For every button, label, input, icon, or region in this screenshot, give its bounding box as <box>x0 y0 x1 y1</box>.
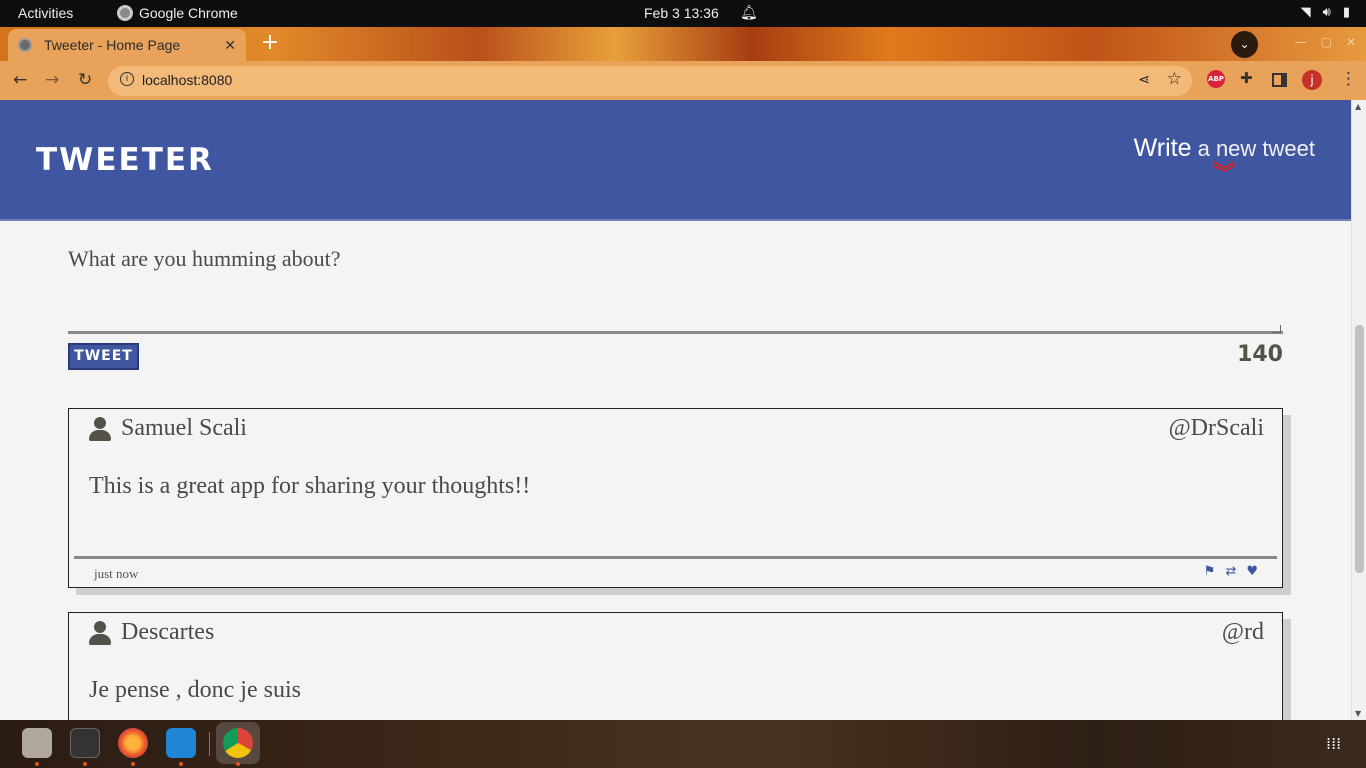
dock-separator <box>209 732 210 756</box>
minimize-icon[interactable]: — <box>1295 35 1307 49</box>
user-icon <box>89 621 111 647</box>
write-new-tweet-toggle[interactable]: Write a new tweet ︾ <box>1133 134 1315 186</box>
tweet-text: This is a great app for sharing your tho… <box>89 473 531 499</box>
new-tweet-form: What are you humming about? Tweet 140 <box>68 238 1283 370</box>
activities-button[interactable]: Activities <box>18 5 73 21</box>
battery-icon: ▮ <box>1342 4 1350 19</box>
tab-close-icon[interactable]: ✕ <box>224 37 236 54</box>
tweet-card: Samuel Scali @DrScali This is a great ap… <box>68 408 1283 588</box>
tab-title: Tweeter - Home Page <box>44 37 181 53</box>
double-chevron-down-icon: ︾ <box>1213 161 1236 186</box>
running-indicator <box>131 762 135 766</box>
new-tab-button[interactable]: + <box>258 32 282 56</box>
page-viewport: Tweeter Write a new tweet ︾ What are you… <box>0 100 1351 720</box>
running-indicator <box>236 762 240 766</box>
bookmark-star-icon[interactable]: ☆ <box>1167 69 1182 89</box>
tweet-divider <box>74 556 1277 559</box>
running-indicator <box>83 762 87 766</box>
notification-bell-icon[interactable]: 🔔︎ <box>740 4 758 21</box>
firefox-icon[interactable] <box>118 728 148 758</box>
taskbar-dock: ⁞⁞⁞ <box>0 720 1366 768</box>
back-icon[interactable]: ← <box>13 70 27 90</box>
tweet-timestamp: just now <box>94 566 139 581</box>
address-bar[interactable]: i localhost:8080 ⋖ ☆ <box>108 66 1192 96</box>
scroll-up-icon[interactable]: ▲ <box>1355 102 1361 111</box>
system-top-bar: Activities Google Chrome Feb 3 13:36 🔔︎ … <box>0 0 1366 27</box>
scroll-down-icon[interactable]: ▼ <box>1355 709 1361 718</box>
vscode-icon[interactable] <box>166 728 196 758</box>
active-app-menu[interactable]: Google Chrome <box>117 5 238 21</box>
running-indicator <box>179 762 183 766</box>
tweet-author-name: Descartes <box>121 619 215 645</box>
close-window-icon[interactable]: ✕ <box>1346 35 1356 49</box>
system-tray[interactable]: ◥ 🔊︎ ▮ <box>1301 4 1350 20</box>
tweet-author-handle: @rd <box>1221 619 1264 645</box>
character-counter: 140 <box>1237 342 1283 367</box>
chrome-icon[interactable] <box>223 728 253 758</box>
app-grid-icon[interactable]: ⁞⁞⁞ <box>1326 735 1344 753</box>
page-header: Tweeter Write a new tweet ︾ <box>0 100 1351 221</box>
write-label-rest: a new tweet <box>1191 136 1315 161</box>
chrome-icon <box>117 5 133 21</box>
volume-icon: 🔊︎ <box>1322 4 1331 19</box>
tab-search-button[interactable]: ⌄ <box>1231 31 1258 58</box>
active-app-name: Google Chrome <box>139 5 238 21</box>
chrome-menu-icon[interactable]: ⋮ <box>1340 69 1357 89</box>
running-indicator <box>35 762 39 766</box>
share-icon[interactable]: ⋖ <box>1138 71 1150 88</box>
site-info-icon[interactable]: i <box>120 72 134 86</box>
profile-avatar[interactable]: j <box>1302 70 1322 90</box>
flag-icon[interactable]: ⚑ <box>1204 564 1216 579</box>
side-panel-icon[interactable] <box>1272 73 1287 87</box>
tweet-submit-button[interactable]: Tweet <box>68 343 139 370</box>
tweet-textarea[interactable]: What are you humming about? <box>68 238 1283 334</box>
tab-tweeter-home[interactable]: Tweeter - Home Page ✕ <box>8 29 246 61</box>
globe-icon <box>18 38 32 52</box>
extensions-puzzle-icon[interactable]: ✚ <box>1240 69 1253 87</box>
tweet-card: Descartes @rd Je pense , donc je suis <box>68 612 1283 720</box>
textarea-resize-handle[interactable] <box>1273 325 1281 333</box>
heart-icon[interactable]: ♥ <box>1246 564 1258 579</box>
browser-toolbar: ← → ↻ i localhost:8080 ⋖ ☆ ABP ✚ j ⋮ <box>0 61 1366 100</box>
tweet-author-handle: @DrScali <box>1168 415 1264 441</box>
tweeter-logo[interactable]: Tweeter <box>36 142 214 178</box>
files-icon[interactable] <box>22 728 52 758</box>
page-scrollbar[interactable]: ▲ ▼ <box>1351 100 1366 720</box>
wifi-icon: ◥ <box>1300 4 1311 19</box>
tab-strip: Tweeter - Home Page ✕ + ⌄ — ▢ ✕ <box>0 27 1366 61</box>
user-icon <box>89 417 111 443</box>
retweet-icon[interactable]: ⇄ <box>1225 564 1236 579</box>
maximize-icon[interactable]: ▢ <box>1321 35 1332 49</box>
clock[interactable]: Feb 3 13:36 <box>644 5 719 21</box>
tweet-author-name: Samuel Scali <box>121 415 247 441</box>
reload-icon[interactable]: ↻ <box>78 70 92 90</box>
terminal-icon[interactable] <box>70 728 100 758</box>
write-label: Write <box>1133 134 1192 162</box>
url-text: localhost:8080 <box>142 72 233 88</box>
tweet-text: Je pense , donc je suis <box>89 677 301 703</box>
tweet-actions: ⚑ ⇄ ♥ <box>1204 564 1258 579</box>
forward-icon[interactable]: → <box>45 70 59 90</box>
scrollbar-thumb[interactable] <box>1355 325 1364 573</box>
adblock-icon[interactable]: ABP <box>1207 70 1225 88</box>
window-controls: — ▢ ✕ <box>1295 35 1356 49</box>
